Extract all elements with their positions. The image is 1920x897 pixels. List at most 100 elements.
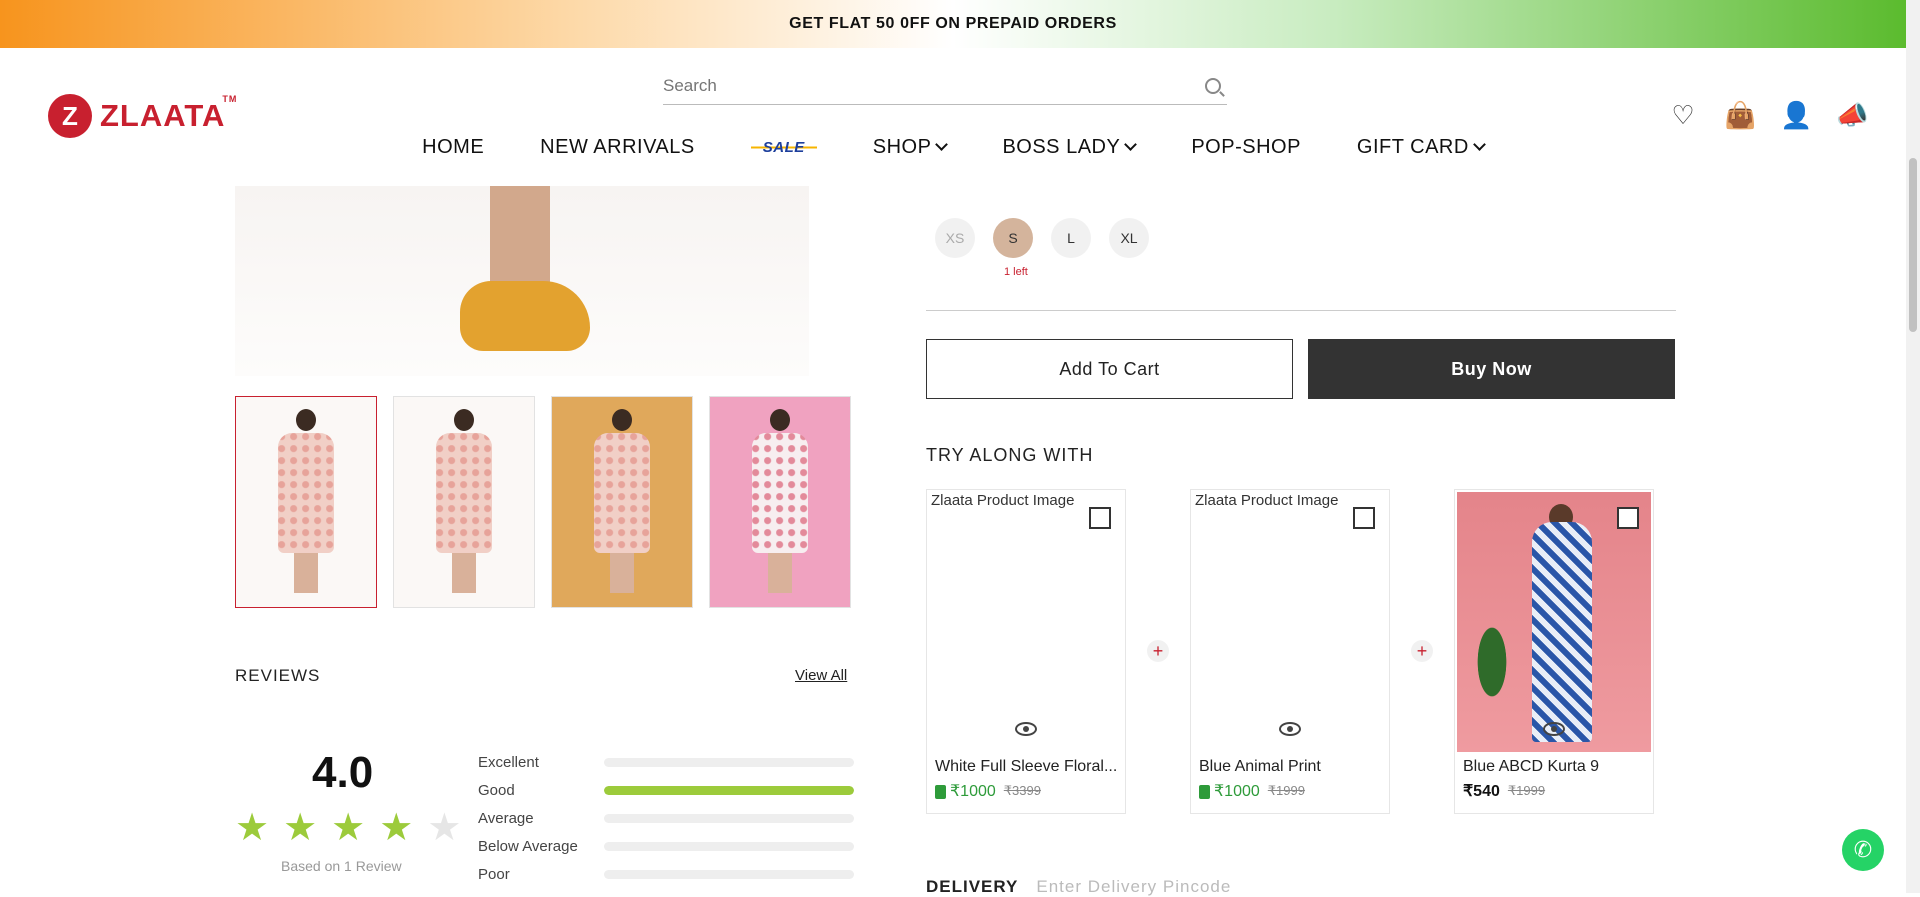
rating-row-label: Good [478, 781, 515, 799]
promo-text: GET FLAT 50 0FF ON PREPAID ORDERS [789, 15, 1117, 32]
rating-row: Below Average [478, 832, 854, 860]
try-along-card-1[interactable]: Zlaata Product Image White Full Sleeve F… [926, 489, 1126, 814]
try-along-card-2[interactable]: Zlaata Product Image Blue Animal Print ₹… [1190, 489, 1390, 814]
chevron-down-icon [1124, 138, 1138, 151]
nav-new-arrivals[interactable]: NEW ARRIVALS [512, 132, 723, 162]
rating-row-label: Excellent [478, 753, 539, 771]
rating-bar-track [604, 841, 854, 851]
kurta-photo [1457, 492, 1651, 752]
chevron-down-icon [935, 138, 949, 151]
megaphone-icon[interactable]: 📣 [1836, 100, 1868, 130]
nav-gift-card[interactable]: GIFT CARD [1329, 132, 1512, 162]
star-filled-icon: ★ [379, 807, 414, 849]
product-image-broken: Zlaata Product Image [931, 492, 1075, 509]
thumbnail-figure [276, 409, 336, 599]
rating-row-label: Average [478, 809, 534, 827]
main-nav: HOME NEW ARRIVALS SALE SHOP BOSS LADY PO… [0, 132, 1906, 162]
rating-bar-fill [604, 785, 854, 795]
thumbnail-1[interactable] [235, 396, 377, 608]
size-xs[interactable]: XS [935, 218, 975, 258]
thumbnail-figure [434, 409, 494, 599]
rating-row-label: Below Average [478, 837, 578, 855]
rating-row: Poor [478, 860, 854, 888]
search-bar [663, 68, 1227, 105]
whatsapp-icon[interactable]: ✆ [1842, 829, 1884, 871]
rating-bar-track [604, 869, 854, 879]
product-prices: ₹540 ₹1999 [1463, 783, 1546, 800]
reviews-heading: REVIEWS [235, 666, 321, 685]
nav-home[interactable]: HOME [394, 132, 512, 162]
thumbnail-strip [235, 396, 851, 608]
thumbnail-2[interactable] [393, 396, 535, 608]
size-xl[interactable]: XL [1109, 218, 1149, 258]
pincode-input[interactable]: Enter Delivery Pincode [1036, 877, 1231, 896]
rating-stars: ★ ★ ★ ★ ★ [235, 807, 462, 849]
nav-boss-lady[interactable]: BOSS LADY [974, 132, 1163, 162]
search-icon[interactable] [1205, 78, 1221, 94]
nav-shop[interactable]: SHOP [845, 132, 975, 162]
delivery-section: DELIVERY Enter Delivery Pincode [926, 877, 1232, 896]
product-name: Blue ABCD Kurta 9 [1463, 758, 1600, 775]
view-all-reviews-link[interactable]: View All [795, 667, 847, 684]
price-tag-icon [1199, 784, 1210, 799]
rating-row-label: Poor [478, 865, 510, 883]
stock-note: 1 left [1004, 266, 1028, 278]
heart-icon[interactable]: ♡ [1668, 100, 1698, 130]
plus-icon: + [1411, 640, 1433, 662]
size-selector: XS S L XL [935, 218, 1149, 258]
rating-bar-track [604, 813, 854, 823]
eye-icon[interactable] [1015, 722, 1037, 736]
select-checkbox[interactable] [1353, 507, 1375, 529]
thumbnail-figure [592, 409, 652, 599]
product-name: Blue Animal Print [1199, 758, 1321, 775]
buy-now-button[interactable]: Buy Now [1308, 339, 1675, 399]
user-icon[interactable]: 👤 [1780, 100, 1812, 130]
image-shoe [460, 281, 590, 351]
product-prices: ₹1000 ₹3399 [935, 781, 1041, 801]
product-image-broken: Zlaata Product Image [1195, 492, 1339, 509]
page-scrollbar[interactable] [1906, 0, 1920, 893]
nav-sale[interactable]: SALE [723, 132, 845, 162]
logo-text: ZLAATA TM [100, 94, 238, 133]
add-to-cart-button[interactable]: Add To Cart [926, 339, 1293, 399]
product-name: White Full Sleeve Floral... [935, 758, 1118, 775]
eye-icon[interactable] [1543, 722, 1565, 736]
nav-pop-shop[interactable]: POP-SHOP [1163, 132, 1329, 162]
divider [926, 310, 1676, 311]
rating-row: Good [478, 776, 854, 804]
rating-bar-track [604, 785, 854, 795]
select-checkbox[interactable] [1089, 507, 1111, 529]
rating-row: Average [478, 804, 854, 832]
review-count: Based on 1 Review [281, 858, 402, 874]
eye-icon[interactable] [1279, 722, 1301, 736]
promo-banner: GET FLAT 50 0FF ON PREPAID ORDERS [0, 0, 1906, 48]
size-l[interactable]: L [1051, 218, 1091, 258]
star-filled-icon: ★ [235, 807, 270, 849]
select-checkbox[interactable] [1617, 507, 1639, 529]
header-icons: ♡ 👜 👤 📣 [1668, 100, 1868, 130]
thumbnail-4[interactable] [709, 396, 851, 608]
try-along-card-3[interactable]: Blue ABCD Kurta 9 ₹540 ₹1999 [1454, 489, 1654, 814]
search-input[interactable] [663, 76, 1163, 96]
plus-icon: + [1147, 640, 1169, 662]
rating-breakdown: Excellent Good Average Below Average Poor [478, 748, 854, 888]
rating-row: Excellent [478, 748, 854, 776]
price-tag-icon [935, 784, 946, 799]
site-header: Z ZLAATATM HOME NEW ARRIVALS SALE SHOP B… [0, 48, 1906, 186]
product-prices: ₹1000 ₹1999 [1199, 781, 1305, 801]
chevron-down-icon [1472, 138, 1486, 151]
star-filled-icon: ★ [283, 807, 318, 849]
rating-bar-track [604, 757, 854, 767]
average-rating: 4.0 [312, 748, 374, 797]
main-product-image[interactable] [235, 186, 809, 376]
star-filled-icon: ★ [331, 807, 366, 849]
size-s[interactable]: S [993, 218, 1033, 258]
thumbnail-figure [750, 409, 810, 599]
scrollbar-thumb[interactable] [1909, 158, 1917, 332]
star-empty-icon: ★ [427, 807, 462, 849]
bag-icon[interactable]: 👜 [1724, 100, 1756, 130]
product-image [1457, 492, 1651, 752]
sale-badge: SALE [750, 138, 817, 156]
try-along-heading: TRY ALONG WITH [926, 445, 1094, 465]
thumbnail-3[interactable] [551, 396, 693, 608]
